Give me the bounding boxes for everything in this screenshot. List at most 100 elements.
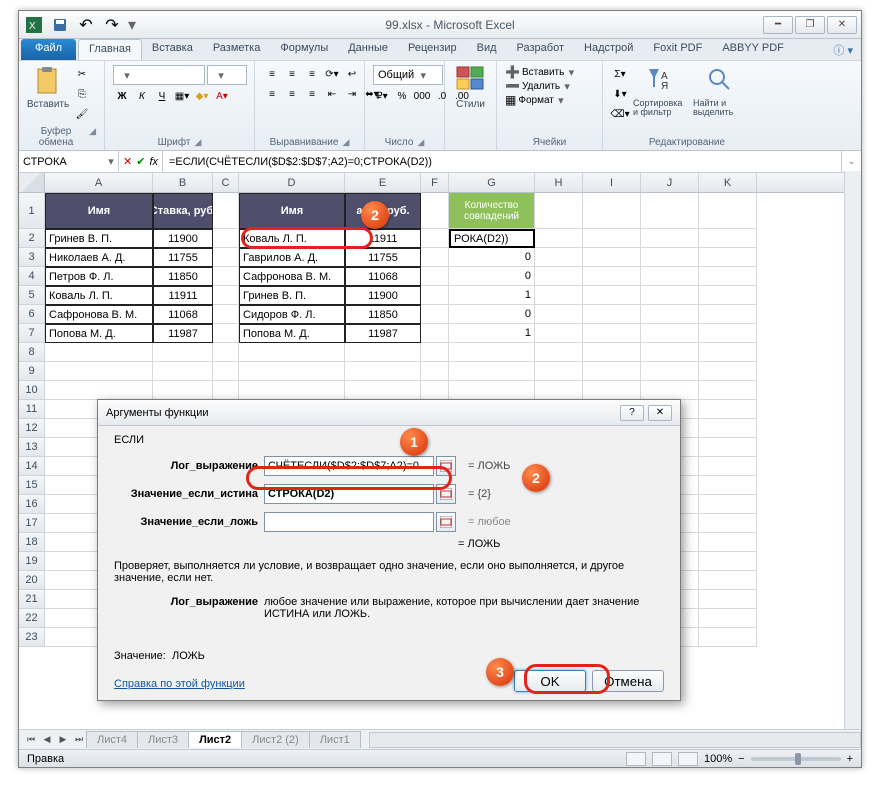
view-break-icon[interactable] [678, 752, 698, 766]
cell[interactable] [699, 476, 757, 495]
close-button[interactable]: ✕ [827, 16, 857, 34]
cell[interactable]: 11755 [345, 248, 421, 267]
cell[interactable]: 0 [449, 305, 535, 324]
enter-formula-icon[interactable]: ✔ [136, 155, 145, 168]
cell[interactable]: Имя [239, 193, 345, 229]
align-c-icon[interactable]: ≡ [283, 85, 301, 103]
delete-cells-label[interactable]: Удалить [522, 81, 560, 92]
cell[interactable] [699, 495, 757, 514]
align-expand-icon[interactable]: ◢ [342, 137, 349, 148]
cell[interactable] [699, 381, 757, 400]
cell[interactable] [535, 286, 583, 305]
cell[interactable]: Гаврилов А. Д. [239, 248, 345, 267]
cell[interactable] [421, 193, 449, 229]
cell[interactable] [535, 343, 583, 362]
arg2-input[interactable]: СТРОКА(D2) [264, 484, 434, 504]
cell[interactable]: Николаев А. Д. [45, 248, 153, 267]
arg3-ref-button[interactable] [436, 512, 456, 532]
undo-icon[interactable]: ↶ [75, 16, 97, 34]
orientation-icon[interactable]: ⟳▾ [323, 65, 341, 83]
cell[interactable] [699, 590, 757, 609]
cell[interactable] [213, 229, 239, 248]
cell[interactable] [583, 267, 641, 286]
row-header[interactable]: 9 [19, 362, 45, 381]
cell[interactable] [153, 381, 213, 400]
col-B[interactable]: B [153, 173, 213, 192]
col-E[interactable]: E [345, 173, 421, 192]
sheet-nav-last[interactable]: ⏭ [71, 732, 87, 748]
font-name-combo[interactable]: ▾ [113, 65, 205, 85]
row-header[interactable]: 14 [19, 457, 45, 476]
italic-button[interactable]: К [133, 87, 151, 105]
bold-button[interactable]: Ж [113, 87, 131, 105]
cell[interactable] [583, 286, 641, 305]
cell[interactable] [641, 381, 699, 400]
cell[interactable] [421, 362, 449, 381]
cell[interactable]: 11850 [345, 305, 421, 324]
cell[interactable] [535, 381, 583, 400]
insert-cells-icon[interactable]: ➕ [505, 65, 520, 79]
cell[interactable]: 11911 [153, 286, 213, 305]
qat-dropdown-icon[interactable]: ▾ [127, 16, 137, 34]
cell[interactable] [345, 343, 421, 362]
col-F[interactable]: F [421, 173, 449, 192]
cell[interactable] [641, 362, 699, 381]
row-header[interactable]: 18 [19, 533, 45, 552]
arg2-ref-button[interactable] [436, 484, 456, 504]
sheet-nav-first[interactable]: ⏮ [23, 732, 39, 748]
cell[interactable]: Попова М. Д. [239, 324, 345, 343]
cell[interactable] [421, 286, 449, 305]
cell[interactable] [641, 193, 699, 229]
cell[interactable] [699, 457, 757, 476]
align-tr-icon[interactable]: ≡ [303, 65, 321, 83]
view-layout-icon[interactable] [652, 752, 672, 766]
cell[interactable] [699, 248, 757, 267]
arg1-ref-button[interactable] [436, 456, 456, 476]
cell[interactable]: Петров Ф. Л. [45, 267, 153, 286]
dialog-help-button[interactable]: ? [620, 405, 644, 421]
zoom-out-icon[interactable]: − [738, 753, 744, 765]
row-header[interactable]: 5 [19, 286, 45, 305]
cell[interactable] [421, 267, 449, 286]
currency-icon[interactable]: ₽▾ [373, 87, 391, 105]
cell[interactable]: Попова М. Д. [45, 324, 153, 343]
cell[interactable]: 11850 [153, 267, 213, 286]
styles-button[interactable]: Стили [453, 65, 488, 110]
minimize-button[interactable]: ━ [763, 16, 793, 34]
row-header[interactable]: 21 [19, 590, 45, 609]
delete-cells-icon[interactable]: ➖ [505, 79, 520, 93]
cell[interactable] [535, 267, 583, 286]
paste-button[interactable]: Вставить [27, 65, 69, 110]
row-header[interactable]: 7 [19, 324, 45, 343]
tab-review[interactable]: Рецензир [398, 39, 467, 60]
number-expand-icon[interactable]: ◢ [417, 137, 424, 148]
cell[interactable]: Гринев В. П. [45, 229, 153, 248]
row-header[interactable]: 6 [19, 305, 45, 324]
cell[interactable] [213, 305, 239, 324]
sheet-tab-5[interactable]: Лист1 [309, 731, 361, 748]
row-header[interactable]: 3 [19, 248, 45, 267]
cell[interactable] [583, 343, 641, 362]
cell[interactable] [421, 248, 449, 267]
cell[interactable] [641, 248, 699, 267]
autosum-icon[interactable]: Σ▾ [611, 65, 629, 83]
tab-foxit[interactable]: Foxit PDF [643, 39, 712, 60]
row-header[interactable]: 2 [19, 229, 45, 248]
cell[interactable] [699, 533, 757, 552]
sheet-tab-1[interactable]: Лист4 [86, 731, 138, 748]
sheet-tab-2[interactable]: Лист3 [137, 731, 189, 748]
tab-abbyy[interactable]: ABBYY PDF [712, 39, 794, 60]
cell[interactable]: авка, руб. [345, 193, 421, 229]
cell[interactable]: 11755 [153, 248, 213, 267]
percent-icon[interactable]: % [393, 87, 411, 105]
cell[interactable] [213, 193, 239, 229]
cell[interactable] [583, 229, 641, 248]
cell[interactable]: 11900 [345, 286, 421, 305]
cell[interactable] [699, 571, 757, 590]
row-header[interactable]: 19 [19, 552, 45, 571]
cell[interactable] [421, 229, 449, 248]
restore-button[interactable]: ❐ [795, 16, 825, 34]
col-I[interactable]: I [583, 173, 641, 192]
align-l-icon[interactable]: ≡ [263, 85, 281, 103]
cell[interactable] [699, 193, 757, 229]
